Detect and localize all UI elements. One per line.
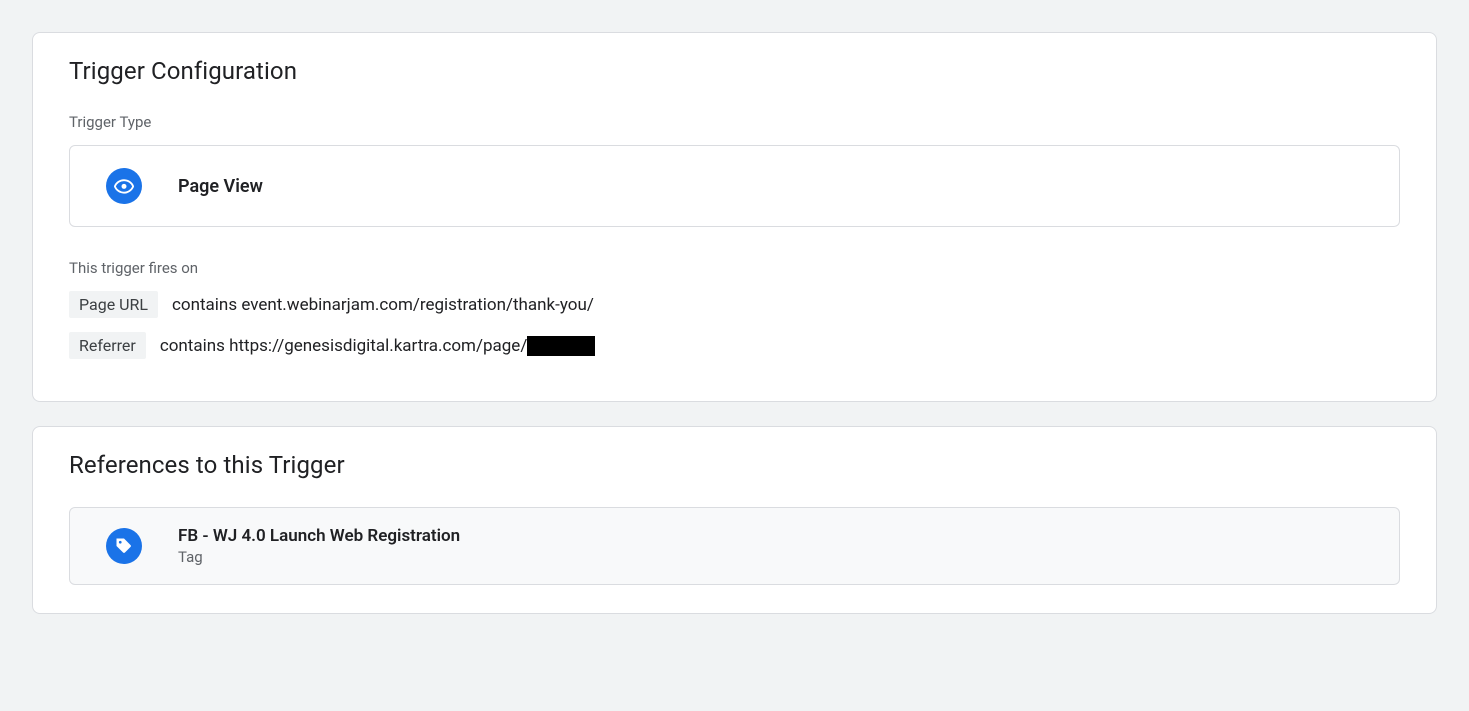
page-view-icon — [106, 168, 142, 204]
condition-value: https://genesisdigital.kartra.com/page/ — [229, 336, 527, 356]
reference-item[interactable]: FB - WJ 4.0 Launch Web Registration Tag — [69, 507, 1400, 585]
fires-on-label: This trigger fires on — [69, 259, 1400, 277]
trigger-config-title: Trigger Configuration — [69, 57, 1400, 85]
condition-row: Referrer contains https://genesisdigital… — [69, 332, 1400, 359]
references-title: References to this Trigger — [69, 451, 1400, 479]
trigger-type-label: Trigger Type — [69, 113, 1400, 131]
condition-operator: contains — [160, 336, 225, 356]
reference-type: Tag — [178, 548, 460, 566]
references-card: References to this Trigger FB - WJ 4.0 L… — [32, 426, 1437, 614]
condition-operator: contains — [172, 295, 237, 315]
condition-variable: Referrer — [69, 332, 146, 359]
condition-text: contains event.webinarjam.com/registrati… — [172, 295, 594, 315]
trigger-type-name: Page View — [178, 176, 263, 197]
redacted-block — [527, 336, 595, 356]
tag-icon — [106, 528, 142, 564]
condition-text: contains https://genesisdigital.kartra.c… — [160, 336, 596, 356]
trigger-configuration-card: Trigger Configuration Trigger Type Page … — [32, 32, 1437, 402]
reference-name: FB - WJ 4.0 Launch Web Registration — [178, 526, 460, 546]
condition-row: Page URL contains event.webinarjam.com/r… — [69, 291, 1400, 318]
trigger-type-row[interactable]: Page View — [69, 145, 1400, 227]
condition-variable: Page URL — [69, 291, 158, 318]
reference-text: FB - WJ 4.0 Launch Web Registration Tag — [178, 526, 460, 566]
condition-value: event.webinarjam.com/registration/thank-… — [241, 295, 594, 315]
